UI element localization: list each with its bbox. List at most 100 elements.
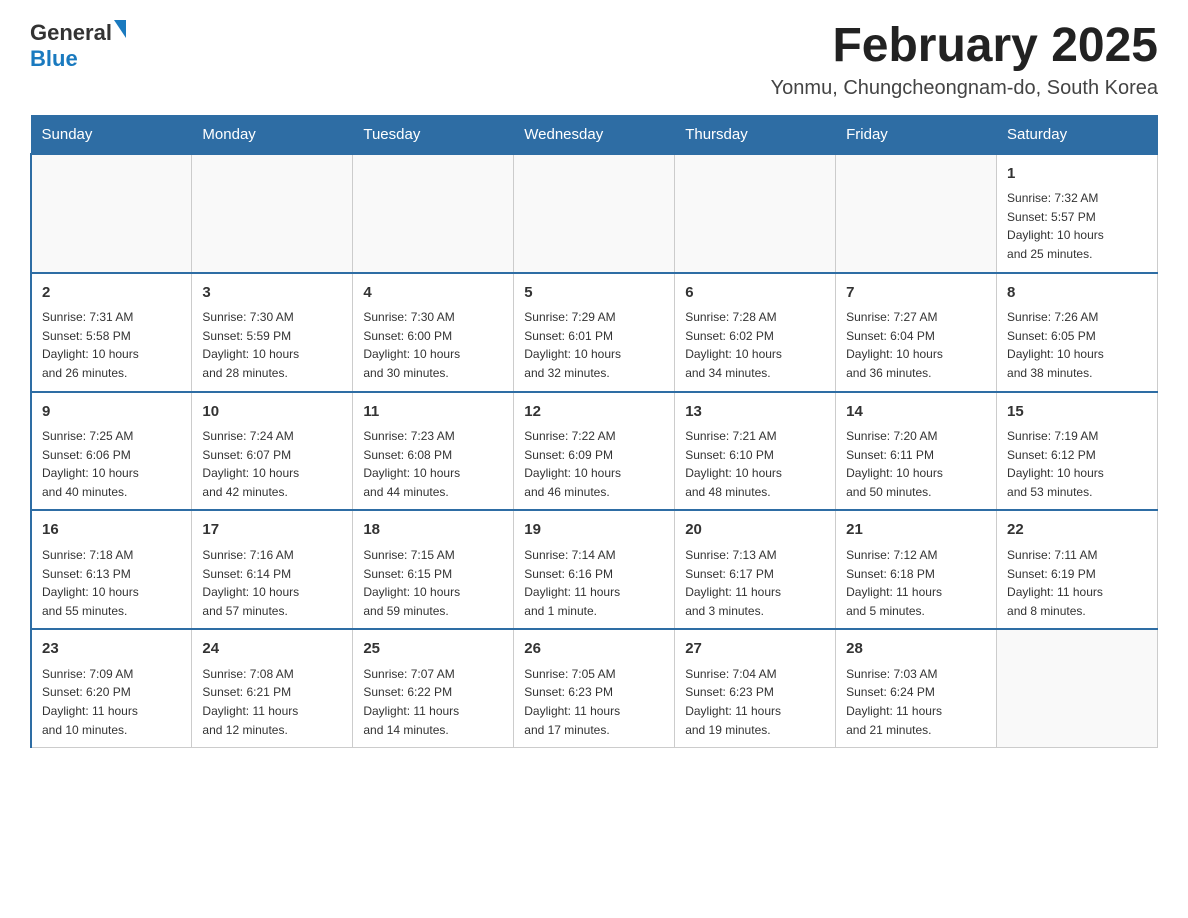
calendar-week-row-1: 1 Sunrise: 7:32 AM Sunset: 5:57 PM Daylig… — [31, 154, 1158, 273]
day-number: 18 — [363, 519, 503, 542]
calendar-cell-w3-d1: 9 Sunrise: 7:25 AM Sunset: 6:06 PM Daylig… — [31, 392, 192, 511]
calendar-cell-w3-d4: 12 Sunrise: 7:22 AM Sunset: 6:09 PM Dayli… — [514, 392, 675, 511]
day-info: Sunrise: 7:24 AM Sunset: 6:07 PM Dayligh… — [202, 427, 342, 501]
day-number: 9 — [42, 401, 181, 424]
calendar-cell-w4-d7: 22Sunrise: 7:11 AM Sunset: 6:19 PM Dayli… — [997, 510, 1158, 629]
day-info: Sunrise: 7:30 AM Sunset: 5:59 PM Dayligh… — [202, 308, 342, 382]
day-info: Sunrise: 7:29 AM Sunset: 6:01 PM Dayligh… — [524, 308, 664, 382]
calendar-cell-w2-d7: 8Sunrise: 7:26 AM Sunset: 6:05 PM Daylig… — [997, 273, 1158, 392]
day-number: 14 — [846, 401, 986, 424]
day-info: Sunrise: 7:16 AM Sunset: 6:14 PM Dayligh… — [202, 546, 342, 620]
calendar-cell-w3-d6: 14 Sunrise: 7:20 AM Sunset: 6:11 PM Dayli… — [836, 392, 997, 511]
calendar-cell-w3-d2: 10 Sunrise: 7:24 AM Sunset: 6:07 PM Dayli… — [192, 392, 353, 511]
day-info: Sunrise: 7:07 AM Sunset: 6:22 PM Dayligh… — [363, 665, 503, 739]
calendar-cell-w2-d3: 4 Sunrise: 7:30 AM Sunset: 6:00 PM Daylig… — [353, 273, 514, 392]
day-info: Sunrise: 7:32 AM Sunset: 5:57 PM Dayligh… — [1007, 189, 1147, 263]
day-number: 21 — [846, 519, 986, 542]
day-number: 23 — [42, 638, 181, 661]
day-info: Sunrise: 7:28 AM Sunset: 6:02 PM Dayligh… — [685, 308, 825, 382]
day-number: 11 — [363, 401, 503, 424]
calendar-cell-w4-d3: 18 Sunrise: 7:15 AM Sunset: 6:15 PM Dayli… — [353, 510, 514, 629]
day-number: 15 — [1007, 401, 1147, 424]
day-info: Sunrise: 7:27 AM Sunset: 6:04 PM Dayligh… — [846, 308, 986, 382]
day-info: Sunrise: 7:31 AM Sunset: 5:58 PM Dayligh… — [42, 308, 181, 382]
day-number: 10 — [202, 401, 342, 424]
calendar-cell-w5-d3: 25Sunrise: 7:07 AM Sunset: 6:22 PM Dayli… — [353, 629, 514, 747]
day-number: 26 — [524, 638, 664, 661]
logo-blue-text: Blue — [30, 46, 78, 71]
day-number: 1 — [1007, 163, 1147, 186]
page-header: General Blue February 2025 Yonmu, Chungc… — [30, 20, 1158, 100]
calendar-cell-w5-d4: 26Sunrise: 7:05 AM Sunset: 6:23 PM Dayli… — [514, 629, 675, 747]
calendar-header-sunday: Sunday — [31, 115, 192, 154]
day-info: Sunrise: 7:12 AM Sunset: 6:18 PM Dayligh… — [846, 546, 986, 620]
day-info: Sunrise: 7:26 AM Sunset: 6:05 PM Dayligh… — [1007, 308, 1147, 382]
day-info: Sunrise: 7:25 AM Sunset: 6:06 PM Dayligh… — [42, 427, 181, 501]
logo-general-text: General — [30, 20, 112, 46]
calendar-cell-w5-d1: 23 Sunrise: 7:09 AM Sunset: 6:20 PM Dayli… — [31, 629, 192, 747]
calendar-cell-w4-d2: 17 Sunrise: 7:16 AM Sunset: 6:14 PM Dayli… — [192, 510, 353, 629]
calendar-header-friday: Friday — [836, 115, 997, 154]
calendar-cell-w1-d3 — [353, 154, 514, 273]
day-number: 27 — [685, 638, 825, 661]
title-area: February 2025 Yonmu, Chungcheongnam-do, … — [771, 20, 1158, 100]
calendar-cell-w2-d5: 6 Sunrise: 7:28 AM Sunset: 6:02 PM Daylig… — [675, 273, 836, 392]
day-info: Sunrise: 7:19 AM Sunset: 6:12 PM Dayligh… — [1007, 427, 1147, 501]
calendar-cell-w3-d3: 11 Sunrise: 7:23 AM Sunset: 6:08 PM Dayli… — [353, 392, 514, 511]
calendar-cell-w5-d6: 28Sunrise: 7:03 AM Sunset: 6:24 PM Dayli… — [836, 629, 997, 747]
calendar-header-wednesday: Wednesday — [514, 115, 675, 154]
calendar-cell-w1-d2 — [192, 154, 353, 273]
day-number: 22 — [1007, 519, 1147, 542]
day-info: Sunrise: 7:23 AM Sunset: 6:08 PM Dayligh… — [363, 427, 503, 501]
day-number: 6 — [685, 282, 825, 305]
subtitle: Yonmu, Chungcheongnam-do, South Korea — [771, 77, 1158, 100]
day-number: 24 — [202, 638, 342, 661]
calendar-cell-w4-d1: 16Sunrise: 7:18 AM Sunset: 6:13 PM Dayli… — [31, 510, 192, 629]
calendar-cell-w1-d4 — [514, 154, 675, 273]
logo: General Blue — [30, 20, 126, 72]
calendar-table: SundayMondayTuesdayWednesdayThursdayFrid… — [30, 115, 1158, 748]
calendar-cell-w2-d2: 3Sunrise: 7:30 AM Sunset: 5:59 PM Daylig… — [192, 273, 353, 392]
day-number: 19 — [524, 519, 664, 542]
day-info: Sunrise: 7:15 AM Sunset: 6:15 PM Dayligh… — [363, 546, 503, 620]
day-number: 5 — [524, 282, 664, 305]
calendar-cell-w2-d4: 5 Sunrise: 7:29 AM Sunset: 6:01 PM Daylig… — [514, 273, 675, 392]
calendar-week-row-4: 16Sunrise: 7:18 AM Sunset: 6:13 PM Dayli… — [31, 510, 1158, 629]
day-number: 17 — [202, 519, 342, 542]
day-number: 12 — [524, 401, 664, 424]
calendar-header-row: SundayMondayTuesdayWednesdayThursdayFrid… — [31, 115, 1158, 154]
main-title: February 2025 — [771, 20, 1158, 73]
calendar-week-row-3: 9 Sunrise: 7:25 AM Sunset: 6:06 PM Daylig… — [31, 392, 1158, 511]
calendar-week-row-5: 23 Sunrise: 7:09 AM Sunset: 6:20 PM Dayli… — [31, 629, 1158, 747]
calendar-cell-w4-d5: 20 Sunrise: 7:13 AM Sunset: 6:17 PM Dayli… — [675, 510, 836, 629]
calendar-header-tuesday: Tuesday — [353, 115, 514, 154]
calendar-cell-w1-d1 — [31, 154, 192, 273]
calendar-cell-w2-d1: 2 Sunrise: 7:31 AM Sunset: 5:58 PM Daylig… — [31, 273, 192, 392]
calendar-cell-w4-d6: 21 Sunrise: 7:12 AM Sunset: 6:18 PM Dayli… — [836, 510, 997, 629]
calendar-cell-w1-d7: 1 Sunrise: 7:32 AM Sunset: 5:57 PM Daylig… — [997, 154, 1158, 273]
day-number: 7 — [846, 282, 986, 305]
day-info: Sunrise: 7:13 AM Sunset: 6:17 PM Dayligh… — [685, 546, 825, 620]
calendar-cell-w5-d5: 27 Sunrise: 7:04 AM Sunset: 6:23 PM Dayli… — [675, 629, 836, 747]
calendar-header-saturday: Saturday — [997, 115, 1158, 154]
day-info: Sunrise: 7:20 AM Sunset: 6:11 PM Dayligh… — [846, 427, 986, 501]
calendar-cell-w5-d2: 24 Sunrise: 7:08 AM Sunset: 6:21 PM Dayli… — [192, 629, 353, 747]
day-number: 4 — [363, 282, 503, 305]
day-number: 20 — [685, 519, 825, 542]
calendar-cell-w3-d7: 15 Sunrise: 7:19 AM Sunset: 6:12 PM Dayli… — [997, 392, 1158, 511]
day-info: Sunrise: 7:08 AM Sunset: 6:21 PM Dayligh… — [202, 665, 342, 739]
day-info: Sunrise: 7:22 AM Sunset: 6:09 PM Dayligh… — [524, 427, 664, 501]
day-info: Sunrise: 7:18 AM Sunset: 6:13 PM Dayligh… — [42, 546, 181, 620]
calendar-cell-w4-d4: 19 Sunrise: 7:14 AM Sunset: 6:16 PM Dayli… — [514, 510, 675, 629]
calendar-week-row-2: 2 Sunrise: 7:31 AM Sunset: 5:58 PM Daylig… — [31, 273, 1158, 392]
calendar-cell-w5-d7 — [997, 629, 1158, 747]
day-info: Sunrise: 7:14 AM Sunset: 6:16 PM Dayligh… — [524, 546, 664, 620]
day-info: Sunrise: 7:09 AM Sunset: 6:20 PM Dayligh… — [42, 665, 181, 739]
day-info: Sunrise: 7:04 AM Sunset: 6:23 PM Dayligh… — [685, 665, 825, 739]
calendar-header-thursday: Thursday — [675, 115, 836, 154]
day-number: 2 — [42, 282, 181, 305]
logo-triangle-icon — [114, 20, 126, 38]
day-number: 28 — [846, 638, 986, 661]
calendar-cell-w1-d6 — [836, 154, 997, 273]
day-info: Sunrise: 7:30 AM Sunset: 6:00 PM Dayligh… — [363, 308, 503, 382]
